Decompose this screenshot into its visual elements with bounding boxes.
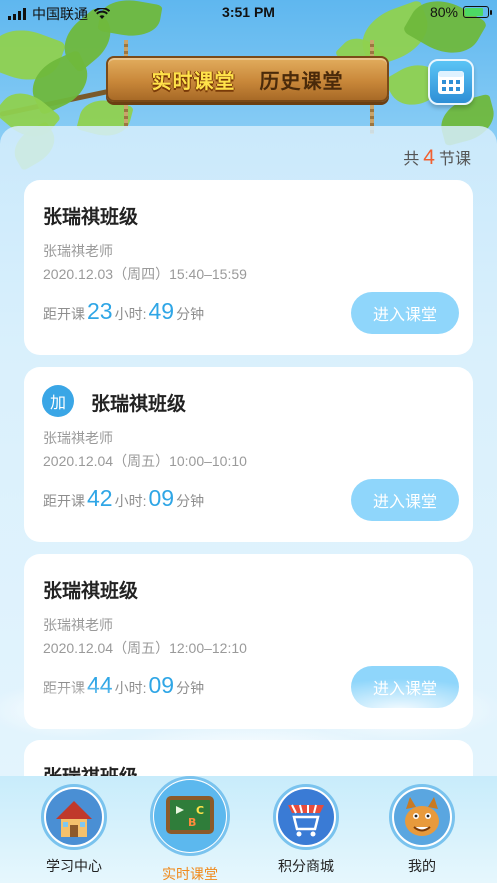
minutes-unit: 分钟 (176, 306, 205, 322)
class-schedule: 2020.12.04（周五）12:00–12:10 (43, 640, 247, 656)
teacher-name: 张瑞祺老师 (43, 243, 113, 259)
countdown: 距开课 44 小时: 09 分钟 (43, 672, 204, 699)
class-card[interactable]: 张瑞祺班级 张瑞祺老师 2020.12.03（周四）15:40–15:59 距开… (24, 180, 473, 355)
teacher-name: 张瑞祺老师 (43, 430, 113, 446)
countdown-hours: 23 (87, 298, 113, 324)
battery-icon (463, 6, 492, 18)
countdown-minutes: 09 (148, 672, 175, 698)
cartoon-dog-avatar-icon (389, 784, 455, 850)
enter-class-button[interactable]: 进入课堂 (351, 292, 459, 334)
countdown-minutes: 49 (148, 298, 175, 324)
teacher-name: 张瑞祺老师 (43, 617, 113, 633)
rope-left-lower (124, 98, 128, 128)
chalkboard-icon: C B (150, 776, 230, 856)
tab-live-classroom[interactable]: C B 实时课堂 (128, 776, 252, 883)
badge-plus: 加 (42, 385, 74, 417)
countdown-minutes: 09 (148, 485, 175, 511)
status-bar: 中国联通 3:51 PM 80% (0, 0, 497, 26)
class-count: 4 (423, 146, 435, 169)
tab-learning-center[interactable]: 学习中心 (12, 776, 136, 883)
class-type-switcher: 实时课堂 历史课堂 (106, 56, 389, 102)
class-card[interactable]: 加 张瑞祺班级 张瑞祺老师 2020.12.04（周五）10:00–10:10 … (24, 367, 473, 542)
countdown-prefix: 距开课 (43, 680, 85, 696)
house-icon (41, 784, 107, 850)
calendar-icon (438, 71, 464, 94)
enter-class-button[interactable]: 进入课堂 (351, 479, 459, 521)
hours-unit: 小时: (114, 493, 147, 509)
countdown: 距开课 42 小时: 09 分钟 (43, 485, 204, 512)
countdown-hours: 44 (87, 672, 113, 698)
minutes-unit: 分钟 (176, 493, 205, 509)
countdown: 距开课 23 小时: 49 分钟 (43, 298, 204, 325)
count-suffix: 节课 (438, 151, 471, 168)
bottom-tab-bar: 学习中心 C B 实时课堂 积分商城 我的 (0, 776, 497, 883)
status-right: 80% (429, 4, 492, 20)
class-schedule: 2020.12.04（周五）10:00–10:10 (43, 453, 247, 469)
tab-label: 学习中心 (46, 858, 102, 874)
countdown-prefix: 距开课 (43, 306, 85, 322)
enter-class-button[interactable]: 进入课堂 (351, 666, 459, 708)
class-title: 张瑞祺班级 (43, 581, 139, 602)
class-schedule: 2020.12.03（周四）15:40–15:59 (43, 266, 247, 282)
svg-text:C: C (196, 804, 204, 817)
battery-percent: 80% (429, 4, 458, 20)
tab-label: 积分商城 (278, 858, 334, 874)
class-card[interactable]: 张瑞祺班级 张瑞祺老师 2020.12.04（周五）12:00–12:10 距开… (24, 554, 473, 729)
status-time: 3:51 PM (222, 4, 275, 20)
shopping-cart-icon (273, 784, 339, 850)
svg-text:B: B (188, 816, 196, 829)
countdown-prefix: 距开课 (43, 493, 85, 509)
tab-label: 我的 (408, 858, 436, 874)
class-count-summary: 共 4 节课 (403, 145, 471, 170)
class-title: 张瑞祺班级 (43, 207, 139, 228)
tab-points-mall[interactable]: 积分商城 (244, 776, 368, 883)
calendar-button[interactable] (428, 59, 474, 105)
countdown-hours: 42 (87, 485, 113, 511)
tab-live-class[interactable]: 实时课堂 (152, 65, 236, 94)
hours-unit: 小时: (114, 306, 147, 322)
class-title: 张瑞祺班级 (91, 394, 187, 415)
hours-unit: 小时: (114, 680, 147, 696)
tab-label: 实时课堂 (162, 866, 218, 882)
tab-mine[interactable]: 我的 (360, 776, 484, 883)
tab-history-class[interactable]: 历史课堂 (260, 65, 344, 94)
minutes-unit: 分钟 (176, 680, 205, 696)
count-prefix: 共 (403, 151, 420, 168)
